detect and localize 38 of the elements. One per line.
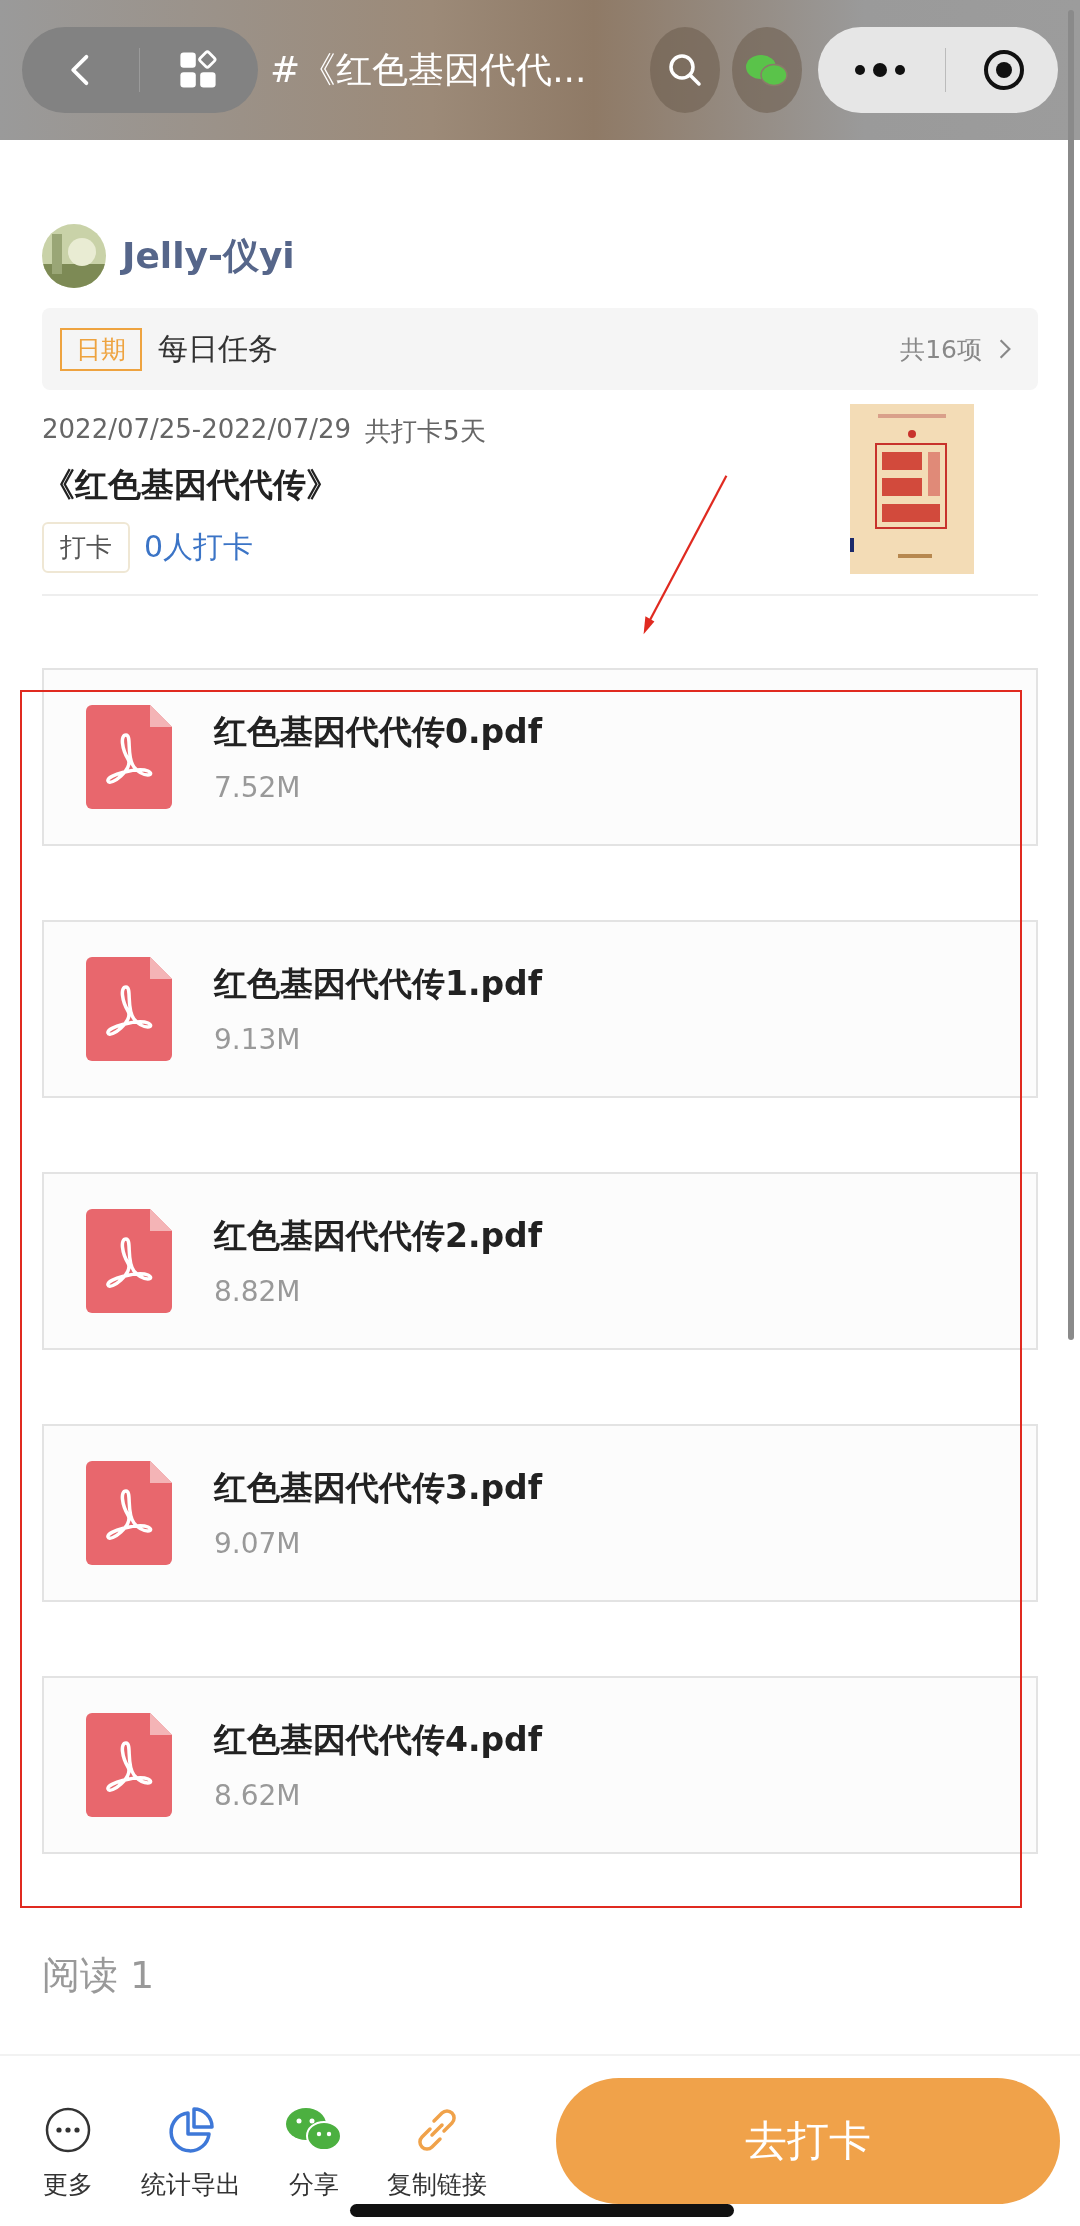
task-banner[interactable]: 日期 每日任务 共16项 bbox=[42, 308, 1038, 390]
file-size: 8.62M bbox=[214, 1779, 302, 1812]
checkin-days: 共打卡5天 bbox=[365, 414, 486, 449]
file-name: 红色基因代代传0.pdf bbox=[214, 711, 543, 753]
pdf-file-icon bbox=[86, 1209, 172, 1313]
checkin-tag: 打卡 bbox=[42, 522, 130, 573]
toolbar-item[interactable]: 复制链接 bbox=[372, 2081, 502, 2201]
pdf-file-icon bbox=[86, 1713, 172, 1817]
pdf-file-icon bbox=[86, 705, 172, 809]
file-card[interactable]: 红色基因代代传0.pdf 7.52M bbox=[42, 668, 1038, 846]
page-title: #《红色基因代代... bbox=[270, 47, 588, 92]
date-range: 2022/07/25-2022/07/29 bbox=[42, 414, 352, 446]
file-name: 红色基因代代传4.pdf bbox=[214, 1719, 543, 1761]
item-count: 共16项 bbox=[900, 333, 982, 366]
toolbar-item[interactable]: 更多 bbox=[18, 2081, 118, 2201]
date-tag: 日期 bbox=[60, 327, 142, 371]
author-name: Jelly-仪yi bbox=[122, 233, 295, 278]
close-target-icon[interactable] bbox=[982, 48, 1027, 92]
file-card[interactable]: 红色基因代代传4.pdf 8.62M bbox=[42, 1676, 1038, 1854]
participants-link[interactable]: 0人打卡 bbox=[144, 527, 254, 568]
toolbar-item[interactable]: 分享 bbox=[264, 2081, 364, 2201]
file-name: 红色基因代代传2.pdf bbox=[214, 1215, 543, 1257]
file-size: 7.52M bbox=[214, 771, 302, 804]
file-card[interactable]: 红色基因代代传1.pdf 9.13M bbox=[42, 920, 1038, 1098]
banner-title: 每日任务 bbox=[158, 329, 279, 368]
toolbar-item[interactable]: 统计导出 bbox=[126, 2081, 256, 2201]
pdf-file-icon bbox=[86, 957, 172, 1061]
file-name: 红色基因代代传1.pdf bbox=[214, 963, 543, 1005]
pdf-file-icon bbox=[86, 1461, 172, 1565]
file-card[interactable]: 红色基因代代传3.pdf 9.07M bbox=[42, 1424, 1038, 1602]
file-size: 9.13M bbox=[214, 1023, 302, 1056]
read-count: 阅读 1 bbox=[42, 1952, 156, 1999]
chevron-right-icon bbox=[998, 337, 1012, 361]
task-title: 《红色基因代代传》 bbox=[42, 464, 340, 506]
file-name: 红色基因代代传3.pdf bbox=[214, 1467, 543, 1509]
file-size: 8.82M bbox=[214, 1275, 302, 1308]
file-card[interactable]: 红色基因代代传2.pdf 8.82M bbox=[42, 1172, 1038, 1350]
file-size: 9.07M bbox=[214, 1527, 302, 1560]
